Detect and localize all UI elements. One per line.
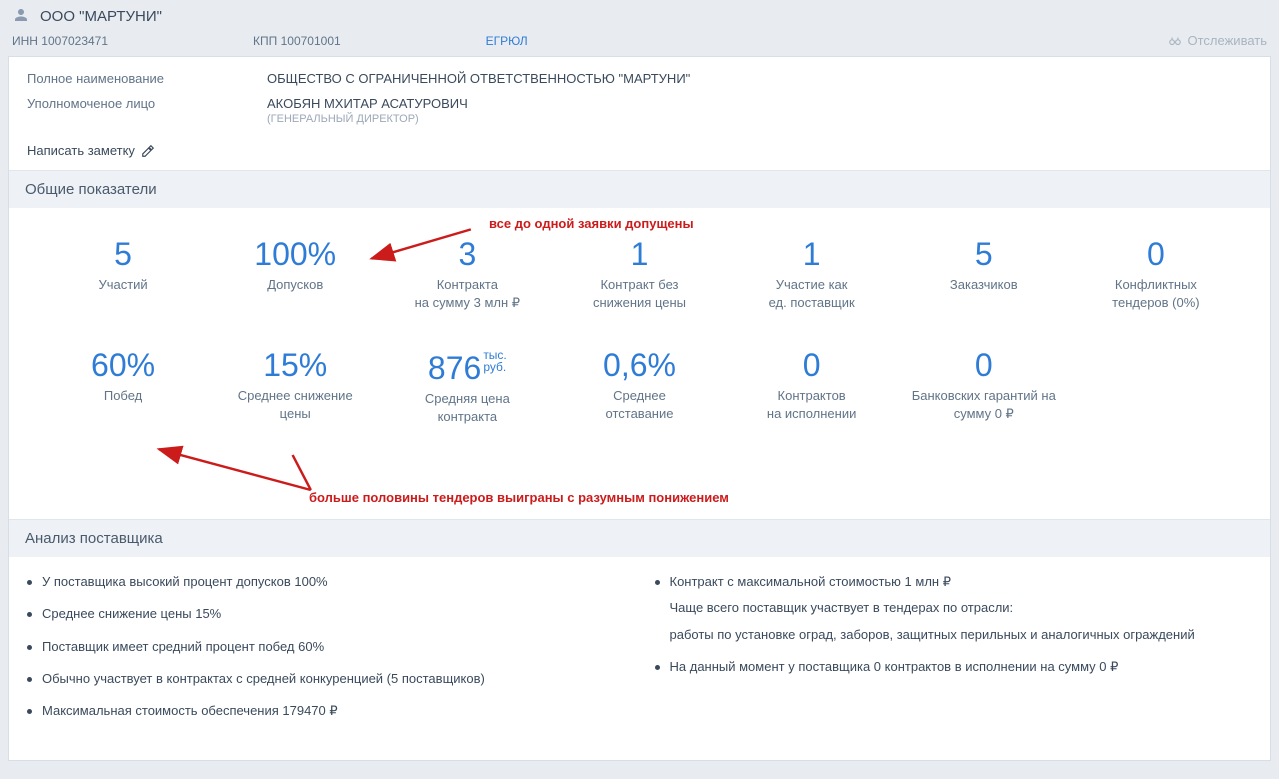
stat-label: Участий [41, 276, 205, 294]
company-icon [12, 6, 30, 27]
kpp-label: КПП 100701001 [253, 34, 341, 48]
binoculars-icon [1168, 34, 1182, 48]
stat-label: Побед [41, 387, 205, 405]
annotation-bottom: больше половины тендеров выиграны с разу… [309, 490, 729, 505]
registry-link[interactable]: ЕГРЮЛ [486, 34, 528, 48]
stat-item: 100% Допусков [209, 238, 381, 311]
stat-item: 5 Заказчиков [898, 238, 1070, 311]
bullet-icon [27, 709, 32, 714]
stat-value: 100% [213, 238, 377, 270]
stat-label: Среднееотставание [557, 387, 721, 422]
analysis-item: Обычно участвует в контрактах с средней … [27, 670, 625, 688]
stat-value: 0 [1074, 238, 1238, 270]
analysis-item: На данный момент у поставщика 0 контракт… [655, 658, 1253, 676]
analysis-item: У поставщика высокий процент допусков 10… [27, 573, 625, 591]
stat-item: 0 Банковских гарантий насумму 0 ₽ [898, 349, 1070, 425]
stat-value: 5 [902, 238, 1066, 270]
stat-label: Банковских гарантий насумму 0 ₽ [902, 387, 1066, 422]
stat-label: Конфликтныхтендеров (0%) [1074, 276, 1238, 311]
stat-value: 1 [730, 238, 894, 270]
stat-unit: тыс.руб. [483, 349, 506, 373]
analysis-section-header: Анализ поставщика [9, 519, 1270, 557]
stat-item: 3 Контрактана сумму 3 млн ₽ [381, 238, 553, 311]
bullet-icon [27, 612, 32, 617]
bullet-icon [27, 677, 32, 682]
authorized-value: АКОБЯН МХИТАР АСАТУРОВИЧ [267, 96, 468, 111]
stat-label: Допусков [213, 276, 377, 294]
analysis-sub-intro: Чаще всего поставщик участвует в тендера… [670, 599, 1253, 617]
stat-item: 1 Контракт безснижения цены [553, 238, 725, 311]
stat-item: 1 Участие какед. поставщик [726, 238, 898, 311]
stat-value: 0 [902, 349, 1066, 381]
stat-label: Контрактана сумму 3 млн ₽ [385, 276, 549, 311]
stat-item: 60% Побед [37, 349, 209, 425]
bullet-icon [27, 580, 32, 585]
stat-value: 876тыс.руб. [385, 349, 549, 384]
stat-value: 60% [41, 349, 205, 381]
stat-item: 0 Контрактовна исполнении [726, 349, 898, 425]
analysis-item: Поставщик имеет средний процент побед 60… [27, 638, 625, 656]
stat-label: Участие какед. поставщик [730, 276, 894, 311]
bullet-icon [27, 645, 32, 650]
annotation-top: все до одной заявки допущены [489, 216, 694, 231]
stats-section-header: Общие показатели [9, 170, 1270, 208]
stat-item: 5 Участий [37, 238, 209, 311]
stat-label: Заказчиков [902, 276, 1066, 294]
analysis-sub-detail: работы по установке оград, заборов, защи… [670, 626, 1253, 644]
stat-item: 0 Конфликтныхтендеров (0%) [1070, 238, 1242, 311]
stats-container: 5 Участий 100% Допусков 3 Контрактана сумму 3… [9, 208, 1270, 519]
stat-label: Среднее снижениецены [213, 387, 377, 422]
company-title: ООО "МАРТУНИ" [40, 8, 162, 25]
stat-value: 3 [385, 238, 549, 270]
stat-value: 15% [213, 349, 377, 381]
stat-label: Средняя ценаконтракта [385, 390, 549, 425]
full-name-label: Полное наименование [27, 71, 267, 86]
stat-value: 0,6% [557, 349, 721, 381]
stat-value: 0 [730, 349, 894, 381]
full-name-value: ОБЩЕСТВО С ОГРАНИЧЕННОЙ ОТВЕТСТВЕННОСТЬЮ… [267, 71, 690, 86]
stat-item: 876тыс.руб. Средняя ценаконтракта [381, 349, 553, 425]
authorized-label: Уполномоченое лицо [27, 96, 267, 125]
write-note-button[interactable]: Написать заметку [27, 143, 155, 158]
stat-label: Контракт безснижения цены [557, 276, 721, 311]
bullet-icon [655, 665, 660, 670]
analysis-item: Контракт с максимальной стоимостью 1 млн… [655, 573, 1253, 591]
pencil-icon [141, 144, 155, 158]
authorized-role: (ГЕНЕРАЛЬНЫЙ ДИРЕКТОР) [267, 113, 468, 125]
analysis-item: Среднее снижение цены 15% [27, 605, 625, 623]
stat-value: 5 [41, 238, 205, 270]
stat-item: 0,6% Среднееотставание [553, 349, 725, 425]
analysis-item: Максимальная стоимость обеспечения 17947… [27, 702, 625, 720]
bullet-icon [655, 580, 660, 585]
track-button[interactable]: Отслеживать [1168, 33, 1267, 48]
inn-label: ИНН 1007023471 [12, 34, 108, 48]
stat-value: 1 [557, 238, 721, 270]
stat-label: Контрактовна исполнении [730, 387, 894, 422]
stat-item: 15% Среднее снижениецены [209, 349, 381, 425]
